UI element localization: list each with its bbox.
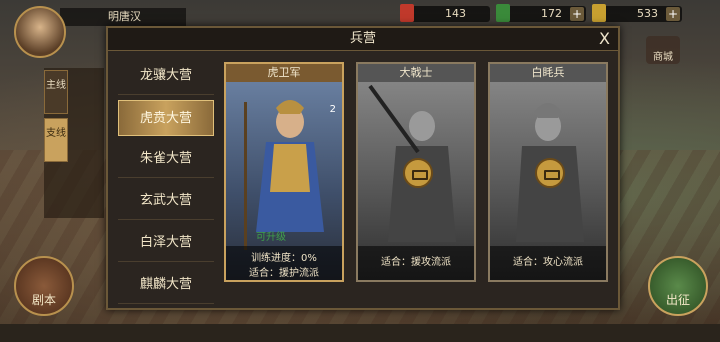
unit-fit: 适合：援护流派 [249, 268, 319, 279]
attack-label: 出征 [665, 293, 690, 307]
unit-card-huweijun[interactable]: 虎卫军 2 可升级 训练进度：0% 适合：援护流派 [224, 62, 344, 282]
jade-icon [496, 4, 510, 22]
unit-fit: 适合：攻心流派 [513, 257, 583, 268]
lock-icon [535, 158, 565, 188]
unit-footer: 适合：援攻流派 [358, 246, 474, 280]
unit-card-dajishi[interactable]: 大戟士 适合：援攻流派 [356, 62, 476, 282]
unit-footer: 训练进度：0% 适合：援护流派 [226, 246, 342, 280]
unit-card-baimaobing[interactable]: 白眊兵 适合：攻心流派 [488, 62, 608, 282]
resource-value: 172 [541, 7, 562, 20]
resource-scroll: 143 [400, 4, 490, 22]
player-avatar[interactable] [14, 6, 66, 58]
unit-portrait [490, 82, 606, 250]
tab-branch-quest[interactable]: 支线 [44, 118, 68, 162]
barracks-dialog: 兵营 X 龙骧大营 虎贲大营 朱雀大营 玄武大营 白泽大营 麒麟大营 虎卫军 2… [106, 26, 620, 310]
scroll-icon [400, 4, 414, 22]
menu-item-xuanwu[interactable]: 玄武大营 [118, 183, 214, 220]
unit-level-badge: 2 [329, 104, 336, 115]
unit-fit: 适合：援攻流派 [381, 257, 451, 268]
shop-button[interactable]: 商城 [646, 36, 680, 64]
add-gold-button[interactable]: + [666, 7, 680, 21]
menu-item-qilin[interactable]: 麒麟大营 [118, 267, 214, 304]
barracks-menu: 龙骧大营 虎贲大营 朱雀大营 玄武大营 白泽大营 麒麟大营 [118, 58, 214, 309]
close-icon[interactable]: X [599, 29, 610, 49]
unit-name: 白眊兵 [490, 64, 606, 82]
shop-label: 商城 [653, 52, 673, 63]
script-label: 剧本 [31, 293, 56, 307]
menu-item-huben[interactable]: 虎贲大营 [118, 100, 214, 136]
unit-portrait [358, 82, 474, 250]
unit-name: 虎卫军 [226, 64, 342, 82]
dialog-title: 兵营 [108, 28, 618, 51]
upgrade-hint: 可升级 [256, 232, 286, 243]
resource-jade: 172 + [496, 4, 586, 22]
menu-item-zhuque[interactable]: 朱雀大营 [118, 141, 214, 178]
tab-main-quest[interactable]: 主线 [44, 70, 68, 114]
menu-item-baize[interactable]: 白泽大营 [118, 225, 214, 262]
unit-portrait: 2 可升级 [226, 82, 342, 250]
script-button[interactable]: 剧本 [14, 256, 74, 316]
attack-button[interactable]: 出征 [648, 256, 708, 316]
menu-item-longxiang[interactable]: 龙骧大营 [118, 58, 214, 95]
gold-icon [592, 4, 606, 22]
training-progress: 训练进度：0% [251, 253, 317, 264]
resource-value: 533 [637, 7, 658, 20]
main-quest-label: 主线 [46, 80, 66, 91]
branch-quest-label: 支线 [46, 128, 66, 139]
unit-footer: 适合：攻心流派 [490, 246, 606, 280]
add-jade-button[interactable]: + [570, 7, 584, 21]
player-name: 明唐汉 [60, 8, 186, 26]
resource-value: 143 [445, 7, 466, 20]
soldier-portrait [244, 100, 324, 250]
resource-gold: 533 + [592, 4, 682, 22]
lock-icon [403, 158, 433, 188]
unit-name: 大戟士 [358, 64, 474, 82]
